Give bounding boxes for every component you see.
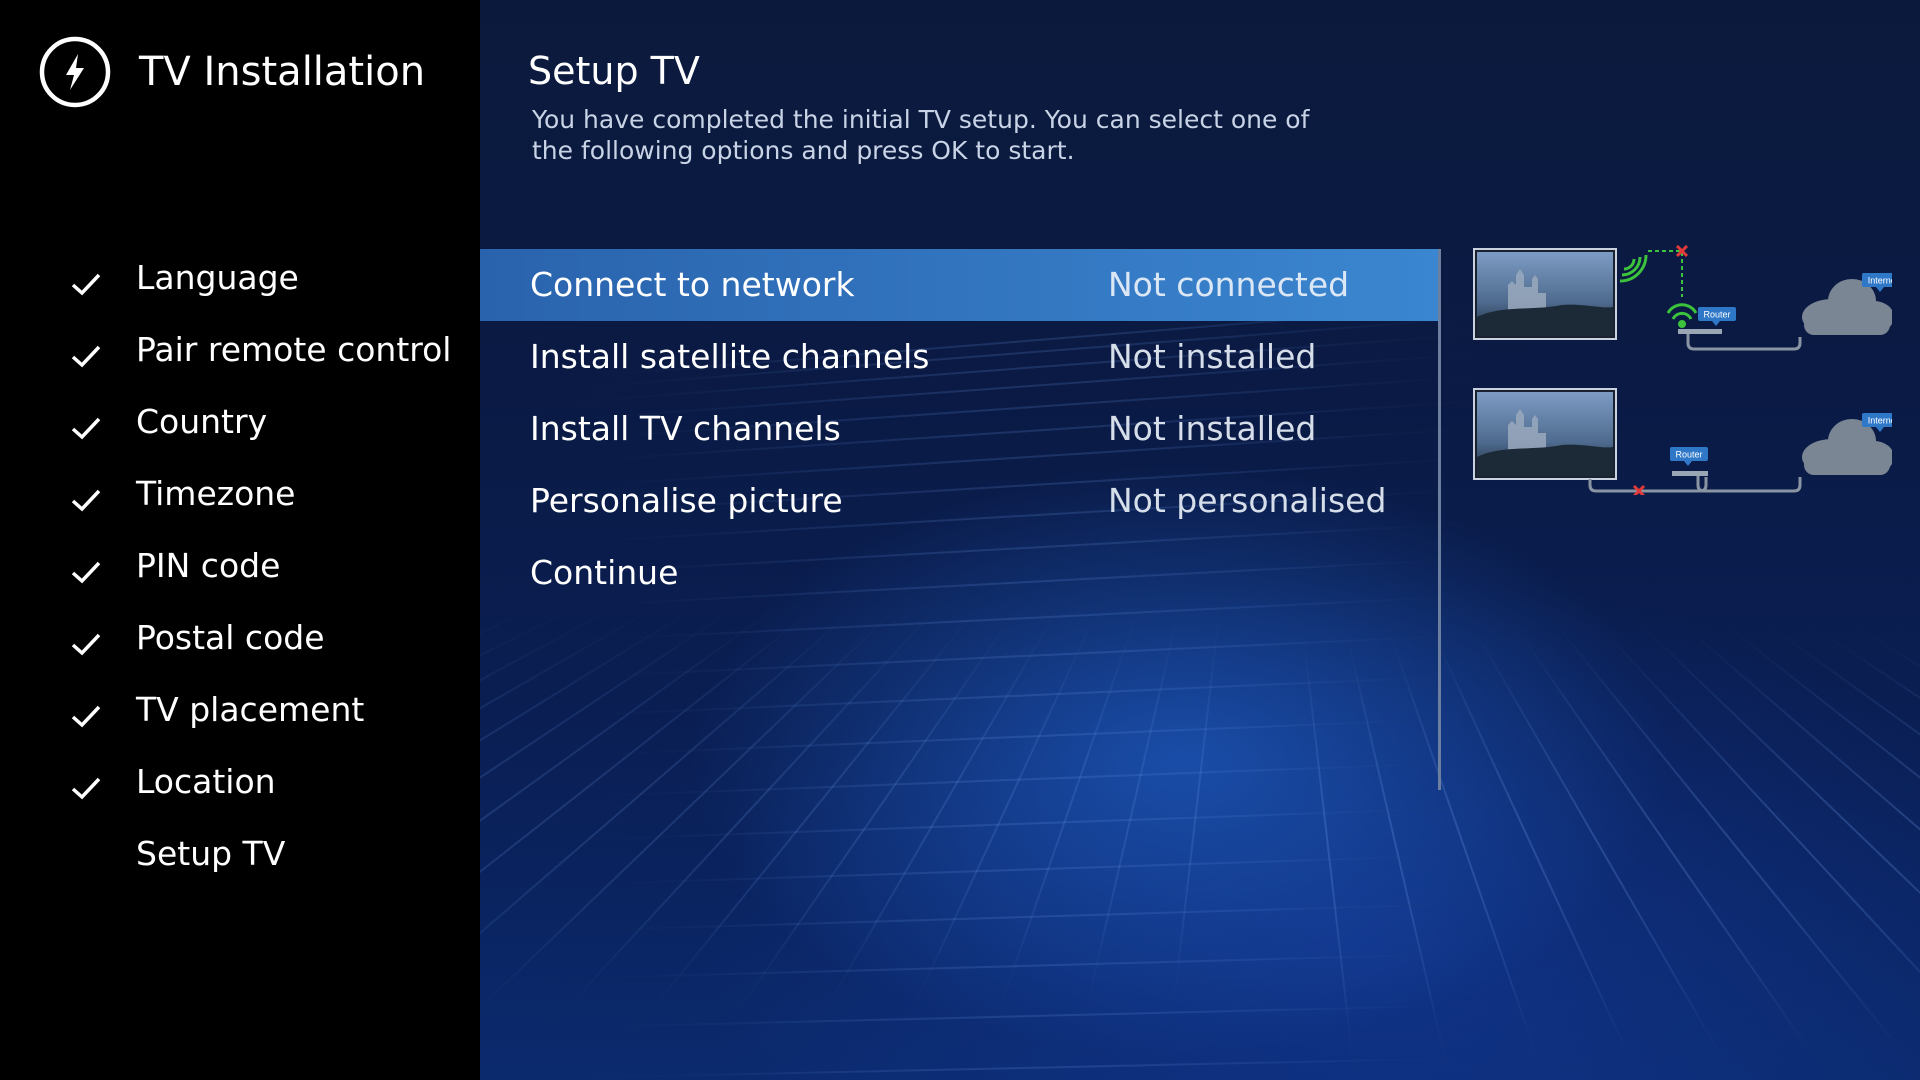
steps-list: Language Pair remote control Country Tim… [0, 248, 480, 896]
page-description: You have completed the initial TV setup.… [532, 105, 1310, 165]
step-timezone[interactable]: Timezone [0, 464, 480, 536]
step-postal-code[interactable]: Postal code [0, 608, 480, 680]
step-label: PIN code [136, 546, 281, 585]
checkmark-icon [71, 705, 101, 728]
step-label: Postal code [136, 618, 325, 657]
step-pair-remote-control[interactable]: Pair remote control [0, 320, 480, 392]
router-tag: Router [1670, 447, 1708, 466]
option-label: Install TV channels [530, 409, 841, 448]
scroll-divider [1438, 249, 1441, 790]
power-bolt-icon [39, 36, 111, 108]
tv-icon [1473, 248, 1617, 340]
option-install-satellite-channels[interactable]: Install satellite channels Not installed [480, 321, 1440, 393]
option-status: Not installed [1108, 337, 1317, 376]
option-label: Personalise picture [530, 481, 843, 520]
step-label: TV placement [136, 690, 365, 729]
router-label: Router [1703, 310, 1730, 320]
step-label: Language [136, 258, 299, 297]
option-install-tv-channels[interactable]: Install TV channels Not installed [480, 393, 1440, 465]
router-wifi-icon [1666, 303, 1698, 328]
options-list: Connect to network Not connected Install… [480, 249, 1440, 609]
option-personalise-picture[interactable]: Personalise picture Not personalised [480, 465, 1440, 537]
internet-label: Internet [1868, 416, 1892, 426]
page-title: Setup TV [528, 49, 700, 93]
step-label: Setup TV [136, 834, 286, 873]
checkmark-icon [71, 561, 101, 584]
wifi-link [1648, 250, 1683, 297]
checkmark-icon [71, 489, 101, 512]
app-title: TV Installation [139, 49, 426, 95]
step-label: Pair remote control [136, 330, 452, 369]
option-continue[interactable]: Continue [480, 537, 1440, 609]
tv-icon [1473, 388, 1617, 480]
step-pin-code[interactable]: PIN code [0, 536, 480, 608]
checkmark-icon [71, 777, 101, 800]
step-language[interactable]: Language [0, 248, 480, 320]
sidebar: TV Installation Language Pair remote con… [0, 0, 480, 1080]
step-label: Location [136, 762, 276, 801]
option-label: Install satellite channels [530, 337, 930, 376]
internet-label: Internet [1868, 276, 1892, 286]
option-connect-to-network[interactable]: Connect to network Not connected [480, 249, 1440, 321]
checkmark-icon [71, 417, 101, 440]
checkmark-icon [71, 273, 101, 296]
cable [1696, 476, 1802, 493]
tv-installation-screen: TV Installation Language Pair remote con… [0, 0, 1920, 1080]
step-setup-tv[interactable]: Setup TV [0, 824, 480, 896]
step-label: Country [136, 402, 268, 441]
step-tv-placement[interactable]: TV placement [0, 680, 480, 752]
option-label: Continue [530, 553, 679, 592]
option-status: Not connected [1108, 265, 1350, 304]
option-label: Connect to network [530, 265, 855, 304]
step-country[interactable]: Country [0, 392, 480, 464]
router-tag: Router [1698, 307, 1736, 326]
router-device [1672, 471, 1708, 476]
checkmark-icon [71, 633, 101, 656]
checkmark-icon [71, 345, 101, 368]
router-device [1678, 329, 1722, 334]
main-panel: Setup TV You have completed the initial … [480, 0, 1920, 1080]
wireless-network-diagram: Router Internet [1473, 245, 1892, 351]
option-status: Not personalised [1108, 481, 1387, 520]
wired-network-diagram: Router Internet [1473, 388, 1892, 495]
step-label: Timezone [136, 474, 296, 513]
router-label: Router [1675, 450, 1702, 460]
cable [1686, 334, 1802, 351]
option-status: Not installed [1108, 409, 1317, 448]
step-location[interactable]: Location [0, 752, 480, 824]
wifi-signal-icon [1619, 254, 1648, 283]
